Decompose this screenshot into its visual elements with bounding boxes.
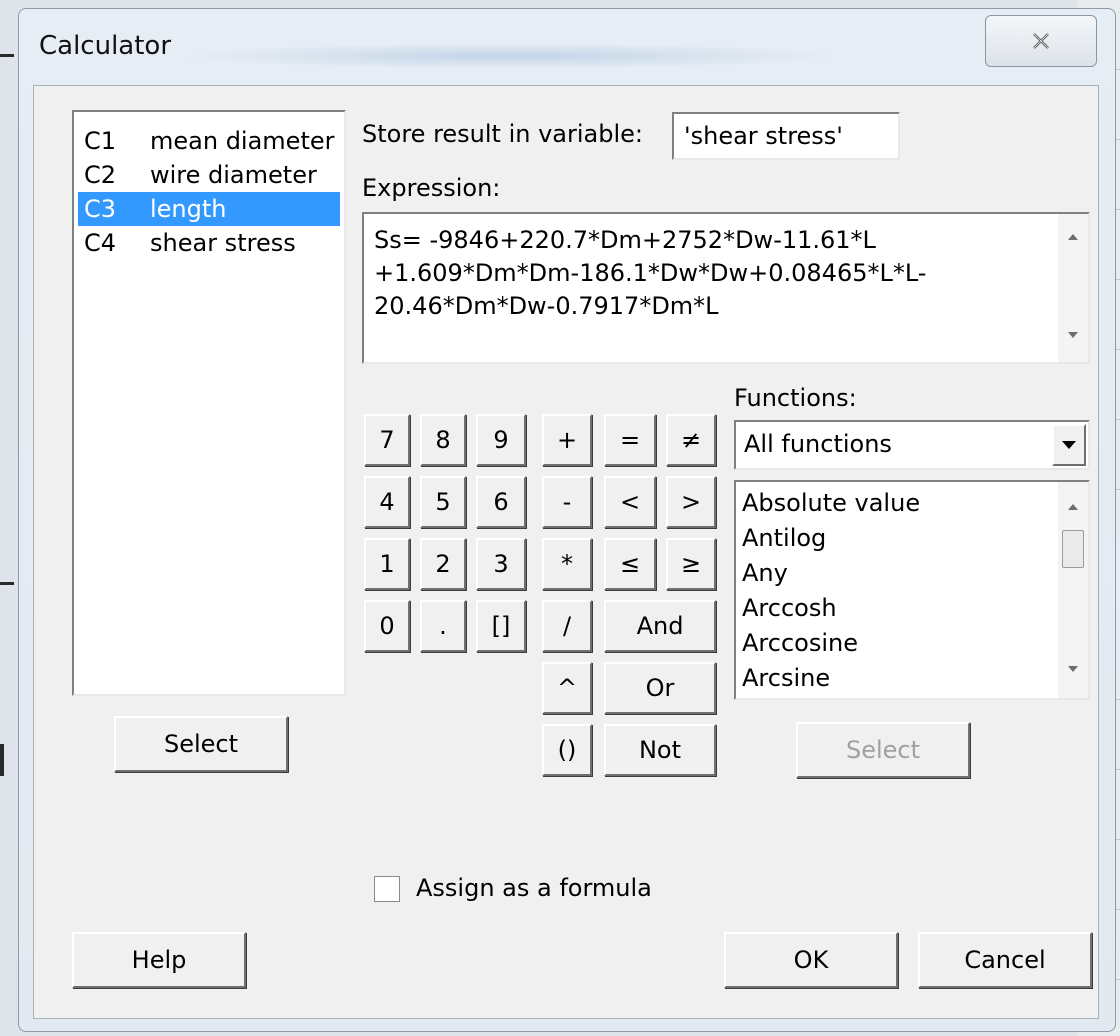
functions-dropdown-value: All functions: [744, 430, 892, 458]
select-function-button[interactable]: Select: [796, 722, 970, 778]
close-button[interactable]: [985, 15, 1097, 67]
variable-name: wire diameter: [150, 161, 317, 189]
scroll-up-icon[interactable]: [1068, 234, 1078, 240]
function-item[interactable]: Arcsine: [742, 661, 830, 696]
store-result-value: 'shear stress': [684, 122, 843, 150]
expression-line: +1.609*Dm*Dm-186.1*Dw*Dw+0.08465*L*L-: [374, 259, 927, 287]
assign-formula-label: Assign as a formula: [416, 874, 652, 902]
key-2[interactable]: 2: [420, 538, 466, 590]
key-7[interactable]: 7: [364, 414, 410, 466]
key-power[interactable]: ^: [542, 662, 592, 714]
dialog-body: C1 mean diameter C2 wire diameter C3 len…: [33, 85, 1099, 1019]
key-8[interactable]: 8: [420, 414, 466, 466]
chevron-down-icon: [1062, 441, 1076, 449]
key-parentheses[interactable]: (): [542, 724, 592, 776]
key-plus[interactable]: +: [542, 414, 592, 466]
assign-formula-checkbox[interactable]: [374, 876, 400, 902]
key-3[interactable]: 3: [476, 538, 526, 590]
select-variable-button[interactable]: Select: [114, 716, 288, 772]
background-mark: [0, 744, 4, 776]
variable-row-selected[interactable]: C3 length: [78, 192, 340, 226]
expression-textbox[interactable]: Ss= -9846+220.7*Dm+2752*Dw-11.61*L +1.609…: [362, 212, 1090, 364]
key-equals[interactable]: =: [604, 414, 656, 466]
variable-row[interactable]: C4 shear stress: [78, 226, 340, 260]
ok-button[interactable]: OK: [724, 932, 898, 988]
key-9[interactable]: 9: [476, 414, 526, 466]
key-greater-equal[interactable]: ≥: [666, 538, 716, 590]
key-and[interactable]: And: [604, 600, 716, 652]
variable-name: length: [150, 195, 227, 223]
variable-name: shear stress: [150, 229, 296, 257]
key-less-than[interactable]: <: [604, 476, 656, 528]
function-item[interactable]: Any: [742, 556, 788, 591]
cancel-button[interactable]: Cancel: [918, 932, 1092, 988]
background-mark: [0, 582, 14, 585]
variable-column-id: C2: [84, 161, 117, 189]
function-item[interactable]: Arccosh: [742, 591, 837, 626]
key-5[interactable]: 5: [420, 476, 466, 528]
variable-name: mean diameter: [150, 127, 335, 155]
key-less-equal[interactable]: ≤: [604, 538, 656, 590]
variable-column-id: C1: [84, 127, 117, 155]
store-result-field[interactable]: 'shear stress': [672, 112, 900, 160]
dropdown-arrow-button[interactable]: [1052, 424, 1086, 466]
key-4[interactable]: 4: [364, 476, 410, 528]
close-icon: [1033, 33, 1049, 49]
title-glow: [179, 43, 839, 69]
key-brackets[interactable]: []: [476, 600, 526, 652]
key-divide[interactable]: /: [542, 600, 592, 652]
expression-line: 20.46*Dm*Dw-0.7917*Dm*L: [374, 292, 719, 320]
variable-column-id: C4: [84, 229, 117, 257]
help-button[interactable]: Help: [72, 932, 246, 988]
key-not[interactable]: Not: [604, 724, 716, 776]
key-decimal[interactable]: .: [420, 600, 466, 652]
function-item[interactable]: Absolute value: [742, 486, 920, 521]
key-greater-than[interactable]: >: [666, 476, 716, 528]
key-6[interactable]: 6: [476, 476, 526, 528]
key-multiply[interactable]: *: [542, 538, 592, 590]
scrollbar-thumb[interactable]: [1062, 530, 1084, 568]
key-1[interactable]: 1: [364, 538, 410, 590]
variable-row[interactable]: C1 mean diameter: [78, 124, 340, 158]
variable-column-id: C3: [84, 195, 117, 223]
key-minus[interactable]: -: [542, 476, 592, 528]
functions-dropdown[interactable]: All functions: [734, 420, 1090, 470]
scroll-up-icon[interactable]: [1068, 504, 1078, 510]
expression-text: Ss= -9846+220.7*Dm+2752*Dw-11.61*L +1.609…: [374, 224, 926, 323]
function-item[interactable]: Arccosine: [742, 626, 858, 661]
variables-list[interactable]: C1 mean diameter C2 wire diameter C3 len…: [72, 110, 346, 696]
title-bar[interactable]: Calculator: [19, 9, 1115, 85]
key-not-equal[interactable]: ≠: [666, 414, 716, 466]
scroll-down-icon[interactable]: [1068, 666, 1078, 672]
key-0[interactable]: 0: [364, 600, 410, 652]
store-result-label: Store result in variable:: [362, 120, 644, 148]
variable-row[interactable]: C2 wire diameter: [78, 158, 340, 192]
key-or[interactable]: Or: [604, 662, 716, 714]
expression-scrollbar[interactable]: [1058, 214, 1088, 362]
expression-line: Ss= -9846+220.7*Dm+2752*Dw-11.61*L: [374, 226, 876, 254]
background-mark: [0, 54, 14, 57]
scroll-down-icon[interactable]: [1068, 332, 1078, 338]
function-item[interactable]: Antilog: [742, 521, 826, 556]
functions-scrollbar[interactable]: [1058, 482, 1088, 698]
calculator-dialog: Calculator C1 mean diameter C2 wire diam…: [18, 8, 1116, 1032]
functions-list[interactable]: Absolute value Antilog Any Arccosh Arcco…: [734, 480, 1090, 700]
window-title: Calculator: [39, 31, 172, 61]
expression-label: Expression:: [362, 174, 501, 202]
functions-label: Functions:: [734, 384, 857, 412]
